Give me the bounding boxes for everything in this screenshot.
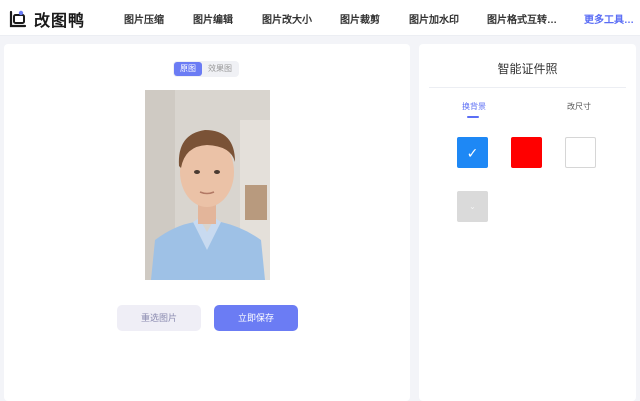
check-icon: ✓ xyxy=(466,144,479,161)
active-tab-indicator xyxy=(467,116,479,118)
swatch-white[interactable] xyxy=(565,137,596,168)
id-photo-preview xyxy=(145,90,270,280)
swatch-red[interactable] xyxy=(511,137,542,168)
nav-image-crop[interactable]: 图片裁剪 xyxy=(340,0,380,36)
nav-image-resize[interactable]: 图片改大小 xyxy=(262,0,312,36)
toggle-result[interactable]: 效果图 xyxy=(202,62,238,76)
divider xyxy=(429,87,626,88)
nav-image-compress[interactable]: 图片压缩 xyxy=(124,0,164,36)
swatch-more[interactable]: ⌄ xyxy=(457,191,488,222)
reselect-image-button[interactable]: 重选图片 xyxy=(117,305,201,331)
view-toggle: 原图 效果图 xyxy=(173,61,239,77)
settings-panel: 智能证件照 换背景 改尺寸 ✓ ⌄ xyxy=(419,44,636,401)
toggle-original[interactable]: 原图 xyxy=(174,62,202,76)
nav-image-edit[interactable]: 图片编辑 xyxy=(193,0,233,36)
preview-panel: 原图 效果图 重选图片 立即保存 xyxy=(4,44,410,401)
save-now-button[interactable]: 立即保存 xyxy=(214,305,298,331)
swatch-blue[interactable]: ✓ xyxy=(457,137,488,168)
nav-more-tools[interactable]: 更多工具… xyxy=(584,0,634,36)
logo[interactable]: 改图鸭 xyxy=(8,7,85,31)
nav-image-format-convert[interactable]: 图片格式互转… xyxy=(487,0,557,36)
nav-image-watermark[interactable]: 图片加水印 xyxy=(409,0,459,36)
top-navigation-bar: 改图鸭 图片压缩 图片编辑 图片改大小 图片裁剪 图片加水印 图片格式互转… 更… xyxy=(0,0,640,36)
logo-icon xyxy=(8,9,28,29)
chevron-down-icon: ⌄ xyxy=(469,201,476,211)
logo-text: 改图鸭 xyxy=(34,13,86,30)
tab-change-background[interactable]: 换背景 xyxy=(462,101,486,112)
panel-title: 智能证件照 xyxy=(497,62,558,76)
tab-change-size[interactable]: 改尺寸 xyxy=(567,101,591,112)
